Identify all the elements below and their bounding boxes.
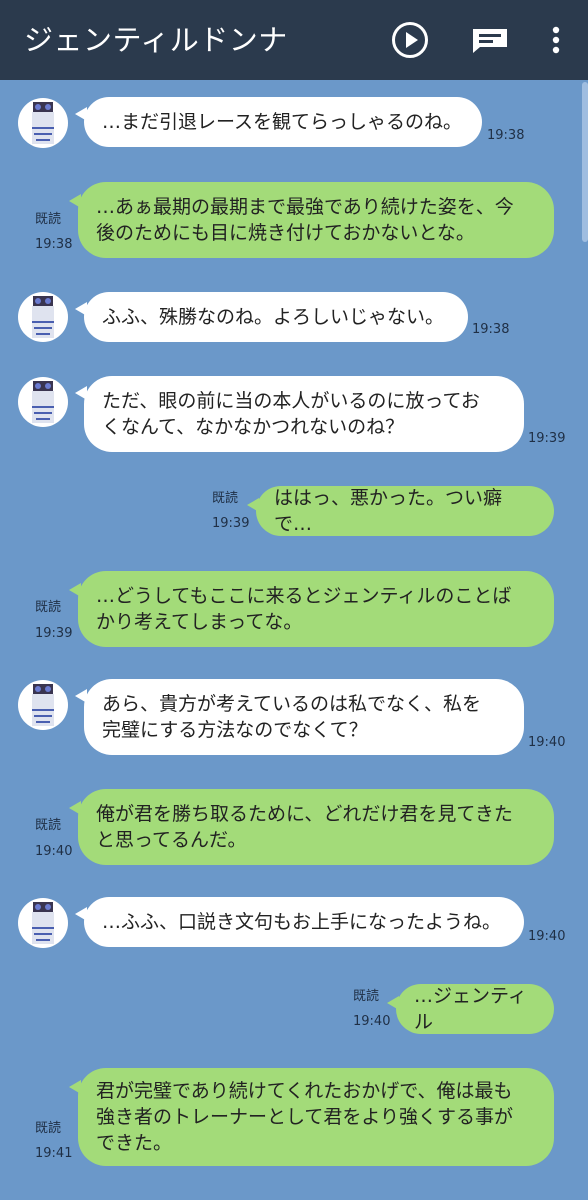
chat-title: ジェンティルドンナ bbox=[24, 23, 288, 57]
message-text: …ジェンティル bbox=[414, 985, 527, 1033]
chat-header: ジェンティルドンナ bbox=[0, 0, 588, 80]
message-time: 19:41 bbox=[35, 1146, 73, 1161]
message-line: 完璧にする方法なのでなくて？ bbox=[102, 719, 368, 741]
message-text: …どうしてもここに来るとジェンティルのことば かり考えてしまってな。 bbox=[96, 583, 511, 635]
message-line: 強き者のトレーナーとして君をより強くする事が bbox=[96, 1106, 514, 1128]
message-line: 君が完璧であり続けてくれたおかげで、俺は最も bbox=[96, 1080, 513, 1102]
message-bubble[interactable]: ただ、眼の前に当の本人がいるのに放ってお くなんて、なかなかつれないのね？ bbox=[75, 376, 524, 452]
read-receipt: 既読 bbox=[35, 600, 62, 615]
message-bubble[interactable]: …あぁ最期の最期まで最強であり続けた姿を、今 後のためにも目に焼き付けておかない… bbox=[69, 182, 554, 258]
message-line: …あぁ最期の最期まで最強であり続けた姿を、今 bbox=[96, 196, 514, 218]
play-icon[interactable] bbox=[386, 0, 434, 80]
message-time: 19:40 bbox=[353, 1014, 391, 1029]
message-time: 19:39 bbox=[528, 431, 566, 446]
message-text: …まだ引退レースを観てらっしゃるのね。 bbox=[102, 111, 463, 133]
message-line: かり考えてしまってな。 bbox=[96, 611, 303, 633]
read-receipt: 既読 bbox=[353, 989, 380, 1004]
message-text: 俺が君を勝ち取るために、どれだけ君を見てきた と思ってるんだ。 bbox=[96, 801, 513, 853]
message-line: できた。 bbox=[96, 1132, 173, 1154]
message-bubble[interactable]: …まだ引退レースを観てらっしゃるのね。 bbox=[75, 97, 482, 147]
message-line: 俺が君を勝ち取るために、どれだけ君を見てきた bbox=[96, 803, 513, 825]
message-text: 君が完璧であり続けてくれたおかげで、俺は最も 強き者のトレーナーとして君をより強… bbox=[96, 1078, 513, 1156]
message-time: 19:38 bbox=[472, 322, 510, 337]
message-time: 19:40 bbox=[528, 735, 566, 750]
read-receipt: 既読 bbox=[35, 212, 62, 227]
avatar[interactable] bbox=[18, 98, 68, 148]
message-line: ただ、眼の前に当の本人がいるのに放ってお bbox=[102, 390, 480, 412]
message-time: 19:39 bbox=[35, 626, 73, 641]
message-time: 19:39 bbox=[212, 516, 250, 531]
message-time: 19:40 bbox=[35, 844, 73, 859]
message-icon[interactable] bbox=[466, 0, 514, 80]
avatar[interactable] bbox=[18, 898, 68, 948]
message-text: ふふ、殊勝なのね。よろしいじゃない。 bbox=[102, 306, 445, 328]
message-time: 19:40 bbox=[528, 929, 566, 944]
avatar[interactable] bbox=[18, 680, 68, 730]
message-text: あら、貴方が考えているのは私でなく、私を 完璧にする方法なのでなくて？ bbox=[102, 691, 481, 743]
message-line: …どうしてもここに来るとジェンティルのことば bbox=[96, 585, 512, 607]
message-text: ただ、眼の前に当の本人がいるのに放ってお くなんて、なかなかつれないのね？ bbox=[102, 388, 480, 440]
message-line: くなんて、なかなかつれないのね？ bbox=[102, 416, 405, 438]
message-bubble[interactable]: …ふふ、口説き文句もお上手になったようね。 bbox=[75, 897, 524, 947]
read-receipt: 既読 bbox=[35, 818, 62, 833]
message-line: 後のためにも目に焼き付けておかないとな。 bbox=[96, 222, 475, 244]
message-time: 19:38 bbox=[487, 128, 525, 143]
more-vertical-icon[interactable] bbox=[536, 0, 576, 80]
message-bubble[interactable]: ふふ、殊勝なのね。よろしいじゃない。 bbox=[75, 292, 468, 342]
scrollbar[interactable] bbox=[582, 82, 588, 242]
message-bubble[interactable]: ははっ、悪かった。つい癖で… bbox=[247, 486, 554, 536]
read-receipt: 既読 bbox=[212, 491, 239, 506]
avatar[interactable] bbox=[18, 292, 68, 342]
message-bubble[interactable]: 君が完璧であり続けてくれたおかげで、俺は最も 強き者のトレーナーとして君をより強… bbox=[69, 1068, 554, 1166]
read-receipt: 既読 bbox=[35, 1121, 62, 1136]
avatar[interactable] bbox=[18, 377, 68, 427]
message-text: …あぁ最期の最期まで最強であり続けた姿を、今 後のためにも目に焼き付けておかない… bbox=[96, 194, 514, 246]
message-text: ははっ、悪かった。つい癖で… bbox=[274, 487, 503, 535]
message-text: …ふふ、口説き文句もお上手になったようね。 bbox=[102, 911, 502, 933]
message-bubble[interactable]: …ジェンティル bbox=[387, 984, 554, 1034]
message-line: あら、貴方が考えているのは私でなく、私を bbox=[102, 693, 482, 715]
message-line: と思ってるんだ。 bbox=[96, 829, 247, 851]
message-bubble[interactable]: …どうしてもここに来るとジェンティルのことば かり考えてしまってな。 bbox=[69, 571, 554, 647]
message-bubble[interactable]: あら、貴方が考えているのは私でなく、私を 完璧にする方法なのでなくて？ bbox=[75, 679, 524, 755]
message-time: 19:38 bbox=[35, 237, 73, 252]
message-bubble[interactable]: 俺が君を勝ち取るために、どれだけ君を見てきた と思ってるんだ。 bbox=[69, 789, 554, 865]
